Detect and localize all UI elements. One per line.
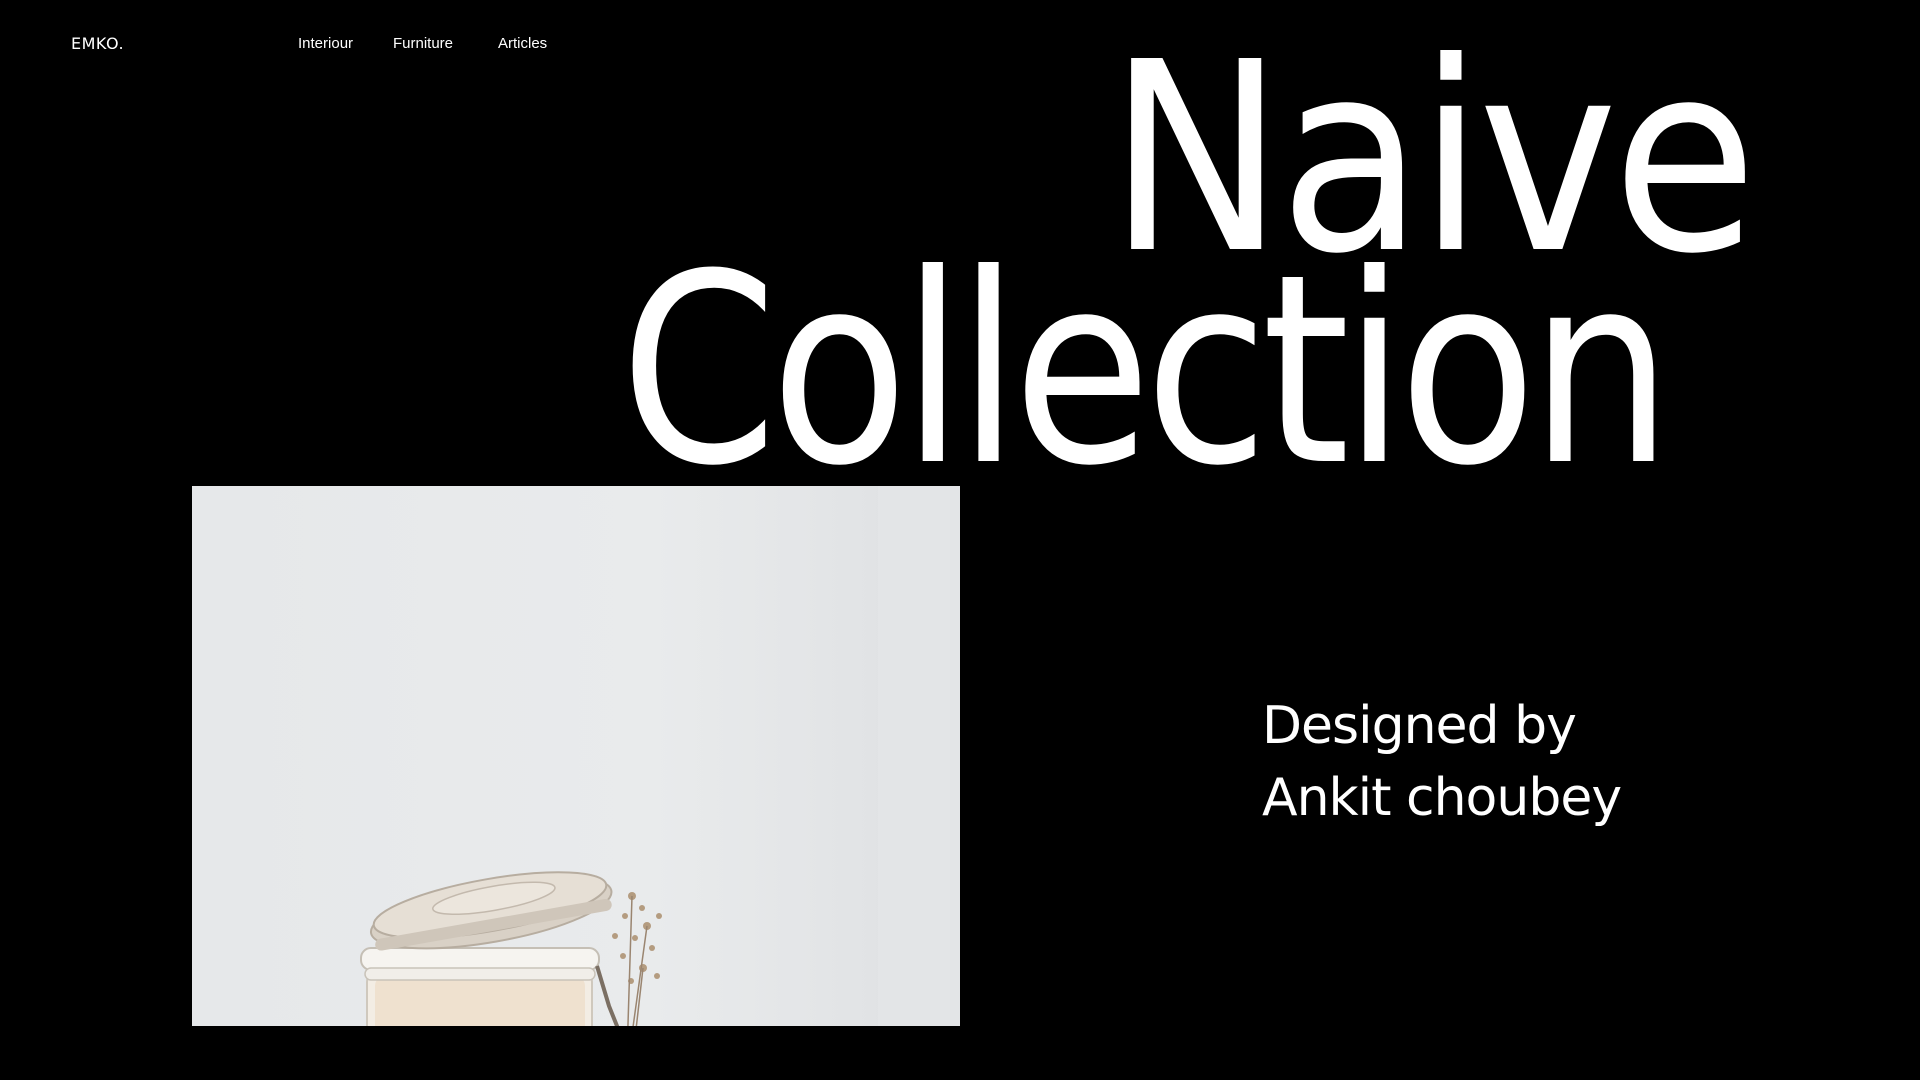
- nav-item-interiour[interactable]: Interiour: [298, 35, 393, 52]
- designer-credit: Designed by Ankit choubey: [1262, 690, 1622, 834]
- nav-item-furniture[interactable]: Furniture: [393, 35, 498, 52]
- designer-credit-line1: Designed by: [1262, 696, 1577, 756]
- product-photo: [192, 486, 960, 1026]
- hero-title: Naive Collection: [0, 0, 1920, 520]
- photo-wall-edge: [878, 486, 960, 1026]
- page: EMKO. Interiour Furniture Articles Naive…: [0, 0, 1920, 1080]
- jar-illustration: [360, 871, 662, 1026]
- brand-logo[interactable]: EMKO.: [71, 34, 124, 53]
- nav-item-articles[interactable]: Articles: [498, 35, 578, 52]
- designer-credit-line2: Ankit choubey: [1262, 768, 1622, 828]
- hero-title-line1: Naive: [1108, 6, 1757, 311]
- main-nav: Interiour Furniture Articles: [298, 35, 578, 52]
- hero-title-line2: Collection: [620, 218, 1673, 523]
